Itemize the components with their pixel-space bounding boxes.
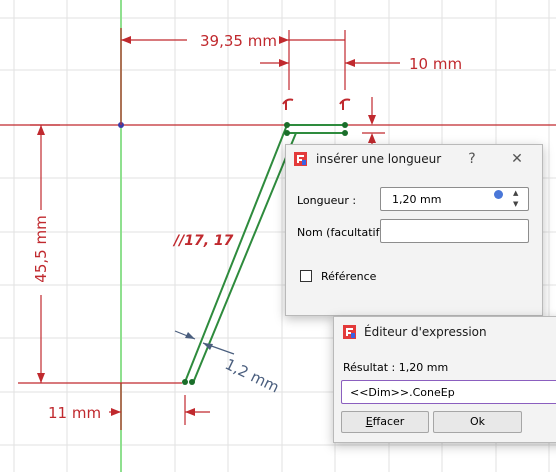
expression-editor-dialog[interactable]: Éditeur d'expression Résultat : 1,20 mm … <box>333 316 556 443</box>
angle-constraint-label[interactable]: //17, 17 <box>174 233 233 249</box>
expression-fx-icon[interactable] <box>494 190 503 199</box>
insert-length-dialog[interactable]: insérer une longueur ? ✕ Longueur : 1,20… <box>285 144 543 316</box>
length-input[interactable]: 1,20 mm ▲ ▼ <box>380 187 529 211</box>
reference-label: Référence <box>321 270 377 283</box>
length-value: 1,20 mm <box>392 193 442 206</box>
thickness-arrow <box>185 332 195 339</box>
tangent-constraint-icons <box>282 98 351 110</box>
freecad-logo-icon <box>343 325 356 339</box>
expression-input[interactable]: <<Dim>>.ConeEp <box>341 380 556 404</box>
dim-top-right-label[interactable]: 10 mm <box>409 55 462 73</box>
freecad-logo-icon <box>294 152 307 166</box>
dim-left-vertical-label[interactable]: 45,5 mm <box>32 213 50 285</box>
clear-mnemonic: E <box>365 415 373 428</box>
reference-checkbox[interactable] <box>300 270 312 282</box>
expression-dialog-title: Éditeur d'expression <box>364 325 487 339</box>
length-label: Longueur : <box>297 194 357 207</box>
dialog-title: insérer une longueur <box>316 152 442 166</box>
name-label: Nom (facultatif) <box>297 226 384 239</box>
result-label: Résultat : 1,20 mm <box>343 361 449 374</box>
parallel-constraint-icon: // <box>174 233 185 249</box>
dim-bottom-label[interactable]: 11 mm <box>48 404 101 422</box>
angle-constraint-value: 17, 17 <box>184 233 234 249</box>
spinner-up-icon[interactable]: ▲ <box>513 189 518 197</box>
clear-button[interactable]: Effacer <box>341 411 429 433</box>
name-input[interactable] <box>380 219 529 243</box>
expression-text: <<Dim>>.ConeEp <box>350 386 455 399</box>
clear-rest: ffacer <box>372 415 405 428</box>
spinner-down-icon[interactable]: ▼ <box>513 200 518 208</box>
dim-top-label[interactable]: 39,35 mm <box>200 32 277 50</box>
ok-button[interactable]: Ok <box>433 411 522 433</box>
help-button[interactable]: ? <box>461 151 483 167</box>
close-button[interactable]: ✕ <box>506 151 528 167</box>
